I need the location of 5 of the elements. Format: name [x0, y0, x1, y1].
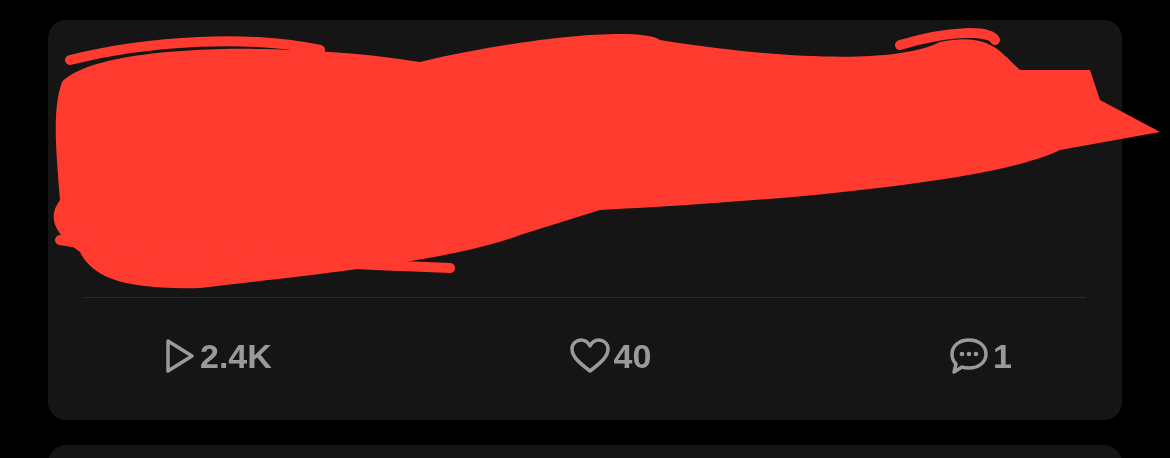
comment-count: 1 — [993, 339, 1012, 373]
comment-icon — [949, 337, 990, 375]
like-count: 40 — [613, 339, 652, 373]
play-count: 2.4K — [200, 339, 272, 373]
heart-icon — [569, 338, 610, 374]
